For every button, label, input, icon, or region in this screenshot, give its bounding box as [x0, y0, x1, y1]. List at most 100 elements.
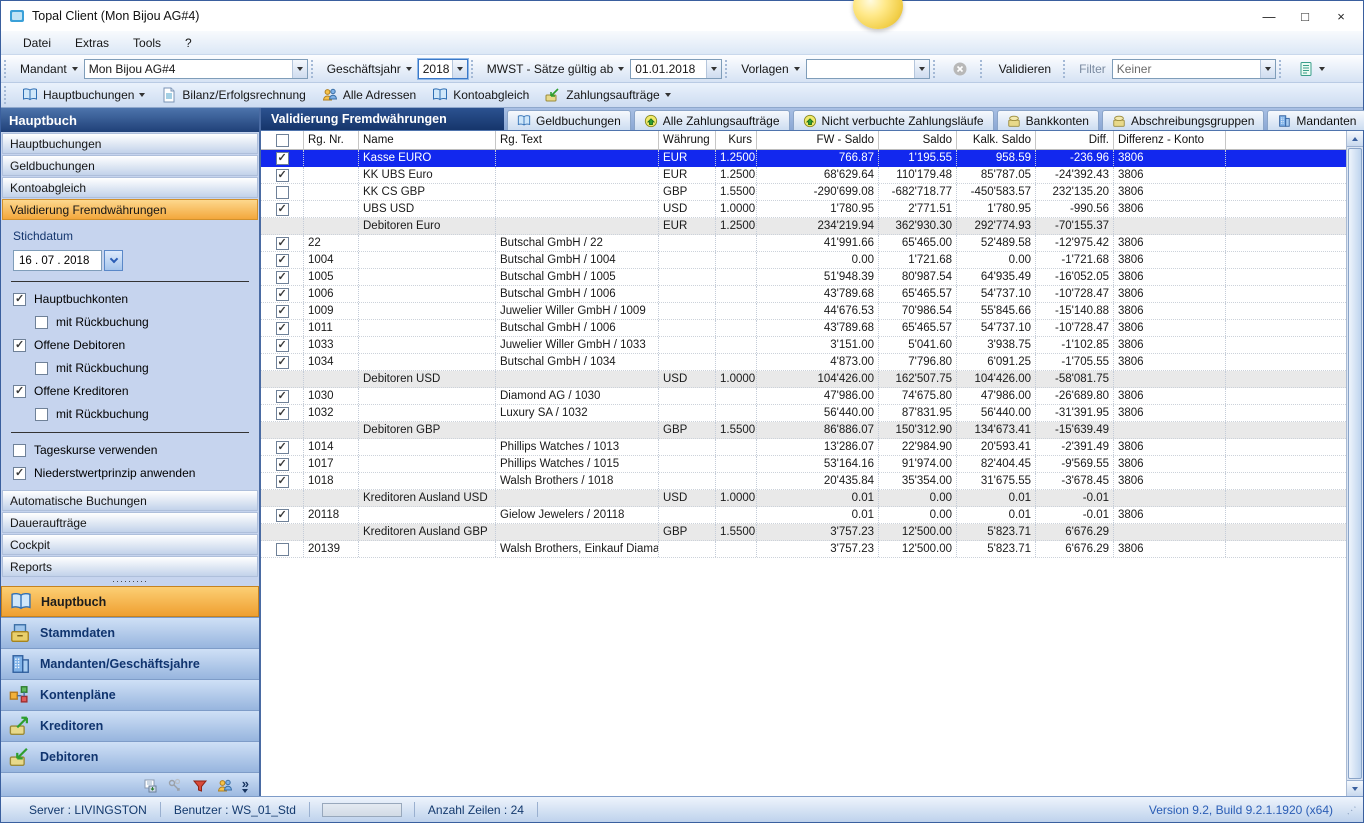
table-row[interactable]: Debitoren GBPGBP1.5500..86'886.07150'312…	[261, 422, 1346, 439]
row-checkbox[interactable]	[276, 509, 289, 522]
menu-item-[interactable]: ?	[173, 36, 204, 50]
table-row[interactable]: 1004Butschal GmbH / 10040.001'721.680.00…	[261, 252, 1346, 269]
combo-dropdown-button[interactable]	[452, 60, 467, 78]
column-header-differenz-konto[interactable]: Differenz - Konto	[1114, 131, 1226, 149]
row-checkbox[interactable]	[276, 339, 289, 352]
column-header-fw-saldo[interactable]: FW - Saldo	[757, 131, 879, 149]
row-checkbox[interactable]	[276, 543, 289, 556]
table-row[interactable]: 1033Juwelier Willer GmbH / 10333'151.005…	[261, 337, 1346, 354]
row-checkbox[interactable]	[276, 254, 289, 267]
tab-geldbuchungen[interactable]: Geldbuchungen	[507, 110, 631, 130]
table-row[interactable]: UBS USDUSD1.0000..1'780.952'771.511'780.…	[261, 201, 1346, 218]
vorlagen-combobox[interactable]	[806, 59, 930, 79]
checkbox-row-offene-debitoren[interactable]: Offene Debitoren	[13, 338, 259, 352]
checkbox-row-mit-rückbuchung[interactable]: mit Rückbuchung	[35, 361, 259, 375]
close-button[interactable]: ×	[1323, 4, 1359, 28]
toolbar-button-bilanz-erfolgsrechnung[interactable]: Bilanz/Erfolgsrechnung	[153, 83, 313, 107]
toolbar-button-zahlungsaufträge[interactable]: Zahlungsaufträge	[537, 83, 678, 107]
row-checkbox[interactable]	[276, 356, 289, 369]
column-header-saldo[interactable]: Saldo	[879, 131, 957, 149]
column-header-select[interactable]	[261, 131, 304, 149]
checkbox-row-tageskurse-verwenden[interactable]: Tageskurse verwenden	[13, 443, 259, 457]
export-icon[interactable]	[142, 778, 158, 794]
table-row[interactable]: 1005Butschal GmbH / 100551'948.3980'987.…	[261, 269, 1346, 286]
scroll-down-button[interactable]	[1347, 780, 1363, 796]
clear-vorlagen-button[interactable]	[943, 58, 977, 80]
combo-dropdown-button[interactable]	[1260, 60, 1275, 78]
checkbox[interactable]	[35, 408, 48, 421]
table-row[interactable]: 1030Diamond AG / 103047'986.0074'675.804…	[261, 388, 1346, 405]
geschaeftsjahr-dropdown[interactable]: Geschäftsjahr	[321, 62, 418, 76]
sidebar-item-automatische-buchungen[interactable]: Automatische Buchungen	[2, 490, 258, 511]
table-row[interactable]: 1032Luxury SA / 103256'440.0087'831.9556…	[261, 405, 1346, 422]
table-row[interactable]: 1009Juwelier Willer GmbH / 100944'676.53…	[261, 303, 1346, 320]
table-row[interactable]: Kreditoren Ausland USDUSD1.0000..0.010.0…	[261, 490, 1346, 507]
nav-button-kreditoren[interactable]: Kreditoren	[1, 710, 259, 741]
combo-dropdown-button[interactable]	[706, 60, 721, 78]
sidebar-item-cockpit[interactable]: Cockpit	[2, 534, 258, 555]
column-header-kurs[interactable]: Kurs	[716, 131, 757, 149]
checkbox[interactable]	[35, 316, 48, 329]
table-row[interactable]: 1034Butschal GmbH / 10344'873.007'796.80…	[261, 354, 1346, 371]
column-header-name[interactable]: Name	[359, 131, 496, 149]
nav-button-debitoren[interactable]: Debitoren	[1, 741, 259, 772]
table-row[interactable]: 22Butschal GmbH / 2241'991.6665'465.0052…	[261, 235, 1346, 252]
filter-funnel-icon[interactable]	[192, 778, 208, 794]
tab-mandanten[interactable]: Mandanten	[1267, 110, 1364, 130]
mwst-combobox[interactable]: 01.01.2018	[630, 59, 722, 79]
toolbar-button-hauptbuchungen[interactable]: Hauptbuchungen	[14, 83, 153, 107]
tab-nicht-verbuchte-zahlungsläufe[interactable]: Nicht verbuchte Zahlungsläufe	[793, 110, 994, 130]
sidebar-item-kontoabgleich[interactable]: Kontoabgleich	[2, 177, 258, 198]
toolbar-button-kontoabgleich[interactable]: Kontoabgleich	[424, 83, 537, 107]
checkbox-row-offene-kreditoren[interactable]: Offene Kreditoren	[13, 384, 259, 398]
addresses-icon[interactable]	[217, 778, 233, 794]
filter-combobox[interactable]: Keiner	[1112, 59, 1276, 79]
checkbox-row-hauptbuchkonten[interactable]: Hauptbuchkonten	[13, 292, 259, 306]
tab-bankkonten[interactable]: Bankkonten	[997, 110, 1099, 130]
table-row[interactable]: 20139Walsh Brothers, Einkauf Diamant3'75…	[261, 541, 1346, 558]
sidebar-item-validierung-fremdwaehrungen[interactable]: Validierung Fremdwährungen	[2, 199, 258, 220]
maximize-button[interactable]: □	[1287, 4, 1323, 28]
menu-item-datei[interactable]: Datei	[11, 36, 63, 50]
column-header-währung[interactable]: Währung	[659, 131, 716, 149]
row-checkbox[interactable]	[276, 322, 289, 335]
table-row[interactable]: Kreditoren Ausland GBPGBP1.5500..3'757.2…	[261, 524, 1346, 541]
nav-button-stammdaten[interactable]: Stammdaten	[1, 617, 259, 648]
row-checkbox[interactable]	[276, 152, 289, 165]
row-checkbox[interactable]	[276, 271, 289, 284]
checkbox[interactable]	[13, 339, 26, 352]
row-checkbox[interactable]	[276, 407, 289, 420]
report-button[interactable]	[1289, 58, 1334, 80]
select-all-checkbox[interactable]	[276, 134, 289, 147]
row-checkbox[interactable]	[276, 305, 289, 318]
row-checkbox[interactable]	[276, 186, 289, 199]
row-checkbox[interactable]	[276, 390, 289, 403]
table-row[interactable]: 1017Phillips Watches / 101553'164.1691'9…	[261, 456, 1346, 473]
nav-button-mandanten-geschäftsjahre[interactable]: Mandanten/Geschäftsjahre	[1, 648, 259, 679]
splitter-handle[interactable]: ·········	[1, 577, 259, 586]
column-header-filler[interactable]	[1226, 131, 1346, 149]
column-header-diff[interactable]: Diff.	[1036, 131, 1114, 149]
table-row[interactable]: Kasse EUROEUR1.2500..766.871'195.55958.5…	[261, 150, 1346, 167]
checkbox-row-niederstwertprinzip-anwenden[interactable]: Niederstwertprinzip anwenden	[13, 466, 259, 480]
menu-item-extras[interactable]: Extras	[63, 36, 121, 50]
row-checkbox[interactable]	[276, 441, 289, 454]
combo-dropdown-button[interactable]	[914, 60, 929, 78]
checkbox[interactable]	[13, 444, 26, 457]
table-row[interactable]: 1014Phillips Watches / 101313'286.0722'9…	[261, 439, 1346, 456]
nav-button-kontenpläne[interactable]: Kontenpläne	[1, 679, 259, 710]
sidebar-item-reports[interactable]: Reports	[2, 556, 258, 577]
table-row[interactable]: KK CS GBPGBP1.5500..-290'699.08-682'718.…	[261, 184, 1346, 201]
mandant-combobox[interactable]: Mon Bijou AG#4	[84, 59, 308, 79]
more-buttons-chevron[interactable]: »	[242, 780, 249, 793]
mandant-dropdown[interactable]: Mandant	[14, 62, 84, 76]
geschaeftsjahr-combobox[interactable]: 2018	[418, 59, 468, 79]
combo-dropdown-button[interactable]	[292, 60, 307, 78]
column-header-kalk-saldo[interactable]: Kalk. Saldo	[957, 131, 1036, 149]
vorlagen-dropdown[interactable]: Vorlagen	[735, 62, 805, 76]
row-checkbox[interactable]	[276, 458, 289, 471]
sidebar-item-geldbuchungen[interactable]: Geldbuchungen	[2, 155, 258, 176]
checkbox[interactable]	[13, 385, 26, 398]
table-row[interactable]: 20118Gielow Jewelers / 201180.010.000.01…	[261, 507, 1346, 524]
table-row[interactable]: 1011Butschal GmbH / 100643'789.6865'465.…	[261, 320, 1346, 337]
